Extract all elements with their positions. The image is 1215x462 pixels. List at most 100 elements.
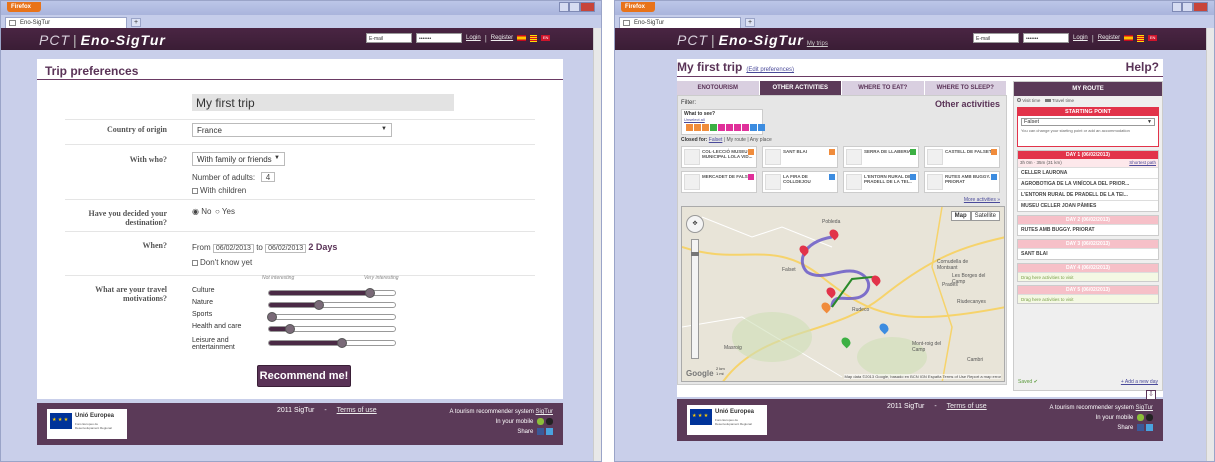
site-logo[interactable]: PCT | Eno-SigTur bbox=[39, 32, 166, 48]
closed-for-any[interactable]: Any place bbox=[750, 137, 772, 143]
facebook-icon[interactable] bbox=[1137, 423, 1144, 431]
browser-tab[interactable]: Eno-SigTur bbox=[5, 17, 127, 28]
flag-english-icon[interactable]: EN bbox=[541, 35, 551, 41]
activity-card[interactable]: CASTELL DE FALSET bbox=[924, 146, 1000, 168]
route-map[interactable]: ✥ Pobleda Falset Rudeco Cornudella de Mo… bbox=[681, 206, 1005, 382]
login-link[interactable]: Login bbox=[466, 35, 481, 41]
my-trips-link[interactable]: My trips bbox=[807, 41, 828, 47]
sigtur-link[interactable]: SigTur bbox=[1136, 405, 1153, 411]
dont-know-checkbox[interactable]: Don't know yet bbox=[192, 258, 252, 267]
slider-knob[interactable] bbox=[314, 300, 325, 310]
flag-catalan-icon[interactable] bbox=[530, 34, 538, 42]
android-icon[interactable] bbox=[537, 417, 544, 425]
museum-category-icon[interactable] bbox=[686, 124, 693, 131]
destination-radio-yes[interactable]: ○ Yes bbox=[215, 207, 235, 216]
password-field[interactable]: ••••••• bbox=[416, 33, 462, 43]
activity-card[interactable]: MERCADET DE FALSET bbox=[681, 171, 757, 193]
tab-enotourism[interactable]: ENOTOURISM bbox=[677, 81, 760, 95]
tab-where-to-sleep[interactable]: WHERE TO SLEEP? bbox=[924, 81, 1007, 95]
sigtur-link[interactable]: SigTur bbox=[536, 409, 553, 415]
zoom-slider[interactable] bbox=[691, 239, 699, 359]
browser-tab[interactable]: Eno-SigTur bbox=[619, 17, 741, 28]
register-link[interactable]: Register bbox=[1098, 35, 1120, 41]
route-item[interactable]: L'ENTORN RURAL DE PRADELL DE LA TEI... bbox=[1018, 189, 1158, 200]
monument-category-icon[interactable] bbox=[694, 124, 701, 131]
sport-category-icon[interactable] bbox=[758, 124, 765, 131]
motivation-slider[interactable] bbox=[268, 338, 396, 348]
firefox-menu-button[interactable]: Firefox bbox=[7, 2, 41, 12]
activity-card[interactable]: COL·LECCIÓ MUSEU MUNICIPAL LOLA VID... bbox=[681, 146, 757, 168]
from-date-input[interactable]: 06/02/2013 bbox=[212, 244, 254, 253]
email-field[interactable]: E-mail bbox=[973, 33, 1019, 43]
minimize-button[interactable] bbox=[1172, 2, 1183, 12]
leisure-category-icon[interactable] bbox=[742, 124, 749, 131]
more-activities-link[interactable]: More activities » bbox=[964, 197, 1000, 203]
login-link[interactable]: Login bbox=[1073, 35, 1088, 41]
starting-point-select[interactable]: Falset ▼ bbox=[1021, 118, 1155, 126]
register-link[interactable]: Register bbox=[491, 35, 513, 41]
map-canvas[interactable] bbox=[682, 207, 1005, 382]
closed-for-myroute[interactable]: My route bbox=[727, 137, 746, 143]
nature-category-icon[interactable] bbox=[710, 124, 717, 131]
page-scrollbar[interactable] bbox=[1206, 28, 1214, 461]
map-type-satellite-button[interactable]: Satellite bbox=[970, 211, 1000, 221]
market-category-icon[interactable] bbox=[726, 124, 733, 131]
flag-spanish-icon[interactable] bbox=[517, 35, 527, 41]
slider-knob[interactable] bbox=[337, 338, 348, 348]
route-item[interactable]: AGROBOTIGA DE LA VINÍCOLA DEL PRIOR... bbox=[1018, 178, 1158, 189]
password-field[interactable]: ••••••• bbox=[1023, 33, 1069, 43]
drop-zone[interactable]: Drag here activities to visit bbox=[1018, 272, 1158, 281]
apple-icon[interactable] bbox=[1146, 413, 1153, 421]
drop-zone[interactable]: Drag here activities to visit bbox=[1018, 294, 1158, 303]
pan-control-icon[interactable]: ✥ bbox=[686, 215, 704, 233]
flag-english-icon[interactable]: EN bbox=[1148, 35, 1158, 41]
tab-where-to-eat[interactable]: WHERE TO EAT? bbox=[842, 81, 925, 95]
help-link[interactable]: Help? bbox=[1126, 60, 1159, 74]
closed-for-falset[interactable]: Falset bbox=[709, 137, 723, 143]
close-window-button[interactable] bbox=[1192, 2, 1208, 12]
with-children-checkbox[interactable]: With children bbox=[192, 186, 246, 195]
activity-card[interactable]: SERRA DE LLABERIA bbox=[843, 146, 919, 168]
festival-category-icon[interactable] bbox=[718, 124, 725, 131]
slider-knob[interactable] bbox=[285, 324, 296, 334]
checkbox-box[interactable] bbox=[192, 187, 198, 194]
new-tab-button[interactable]: + bbox=[131, 18, 141, 27]
maximize-button[interactable] bbox=[569, 2, 580, 12]
activity-card[interactable]: SANT BLAI bbox=[762, 146, 838, 168]
slider-knob[interactable] bbox=[266, 312, 277, 322]
terms-of-use-link[interactable]: Terms of use bbox=[337, 407, 377, 414]
checkbox-box[interactable] bbox=[192, 259, 198, 266]
add-day-link[interactable]: + Add a new day bbox=[1121, 379, 1158, 385]
page-scrollbar[interactable] bbox=[593, 28, 601, 461]
adults-stepper[interactable]: 4 bbox=[261, 172, 275, 182]
motivation-slider[interactable] bbox=[268, 300, 396, 310]
motivation-slider[interactable] bbox=[268, 288, 396, 298]
firefox-menu-button[interactable]: Firefox bbox=[621, 2, 655, 12]
twitter-icon[interactable] bbox=[1146, 423, 1153, 431]
shopping-category-icon[interactable] bbox=[734, 124, 741, 131]
zoom-handle[interactable] bbox=[691, 252, 699, 256]
new-tab-button[interactable]: + bbox=[745, 18, 755, 27]
country-select[interactable]: France ▼ bbox=[192, 123, 392, 137]
slider-knob[interactable] bbox=[364, 288, 375, 298]
route-item[interactable]: CELLER LAURONA bbox=[1018, 167, 1158, 178]
terms-of-use-link[interactable]: Terms of use bbox=[947, 403, 987, 410]
activity-card[interactable]: LA FIRA DE COLLDEJOU bbox=[762, 171, 838, 193]
maximize-button[interactable] bbox=[1182, 2, 1193, 12]
info-category-icon[interactable] bbox=[750, 124, 757, 131]
site-logo[interactable]: PCT | Eno-SigTur My trips bbox=[677, 32, 828, 48]
motivation-slider[interactable] bbox=[266, 312, 396, 322]
motivation-slider[interactable] bbox=[268, 324, 396, 334]
with-who-select[interactable]: With family or friends ▼ bbox=[192, 152, 285, 166]
tab-other-activities[interactable]: OTHER ACTIVITIES bbox=[759, 81, 842, 95]
flag-spanish-icon[interactable] bbox=[1124, 35, 1134, 41]
flag-catalan-icon[interactable] bbox=[1137, 34, 1145, 42]
minimize-button[interactable] bbox=[559, 2, 570, 12]
destination-radio-no[interactable]: ◉ No bbox=[192, 207, 211, 216]
to-date-input[interactable]: 06/02/2013 bbox=[265, 244, 307, 253]
email-field[interactable]: E-mail bbox=[366, 33, 412, 43]
apple-icon[interactable] bbox=[546, 417, 553, 425]
route-item[interactable]: MUSEU CELLER JOAN PÀMIES bbox=[1018, 200, 1158, 211]
activity-card[interactable]: RUTES AMB BUGGY. PRIORAT bbox=[924, 171, 1000, 193]
close-window-button[interactable] bbox=[579, 2, 595, 12]
